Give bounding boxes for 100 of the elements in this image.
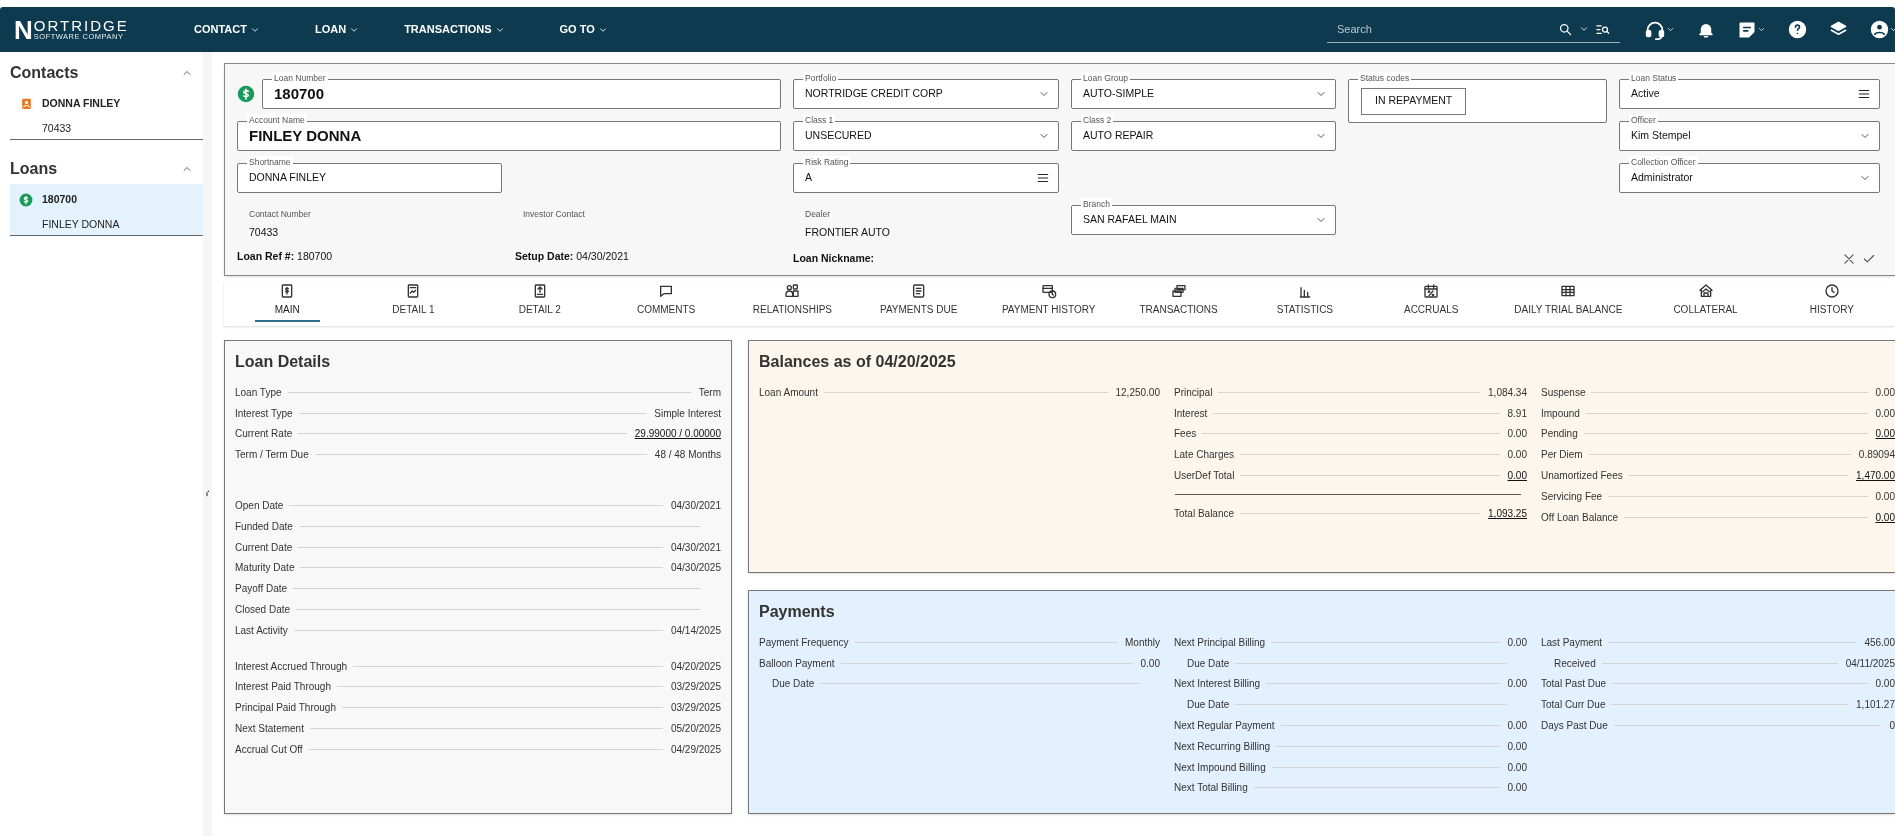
row-label: Interest Type <box>235 406 293 421</box>
row-label: Due Date <box>771 677 815 692</box>
nav-menu[interactable]: CONTACT <box>194 21 260 38</box>
row-value: 04/29/2025 <box>670 742 721 757</box>
row-value: 04/20/2025 <box>670 659 721 674</box>
row-value: 48 / 48 Months <box>654 448 721 463</box>
row-value: 0.89094 <box>1858 448 1895 463</box>
row-value: 456.00 <box>1864 635 1895 650</box>
info-label: Investor Contact <box>523 208 585 221</box>
field-label: Portfolio <box>803 72 839 84</box>
row-label: Loan Amount <box>759 385 818 400</box>
row-label: Total Balance <box>1174 506 1235 521</box>
row-label: Late Charges <box>1174 448 1235 463</box>
row-value: 04/30/2021 <box>670 499 721 514</box>
value-link[interactable]: 29.99000 / 0.00000 <box>634 426 721 442</box>
info-value: 70433 <box>249 224 280 240</box>
tab[interactable]: COLLATERAL <box>1642 281 1769 326</box>
row-label: Impound <box>1541 406 1580 421</box>
row-value: 0.00 <box>1507 427 1527 442</box>
value-link[interactable]: 1,093.25 <box>1488 505 1527 521</box>
row-label: Pending <box>1541 427 1578 442</box>
tab[interactable]: PAYMENT HISTORY <box>981 281 1116 326</box>
value-link[interactable]: 1,470.00 <box>1856 468 1895 484</box>
row-label: Maturity Date <box>235 561 295 576</box>
row-value: 0.00 <box>1875 489 1895 504</box>
item-subtitle: FINLEY DONNA <box>42 216 120 232</box>
search-field[interactable]: Search <box>1327 16 1620 43</box>
row-label: Last Payment <box>1541 635 1603 650</box>
value-link[interactable]: 0.00 <box>1875 426 1895 442</box>
row-value: 0.00 <box>1507 760 1527 775</box>
row-label: Next Impound Billing <box>1174 760 1266 775</box>
field-label: Loan Number <box>272 72 328 84</box>
logo-initial: N <box>14 16 33 43</box>
row-label: Balloon Payment <box>759 656 835 671</box>
row-label: Total Curr Due <box>1541 698 1606 713</box>
row-label: Next Principal Billing <box>1174 635 1266 650</box>
row-label: Due Date <box>1186 698 1230 713</box>
row-label: Interest Paid Through <box>235 680 331 695</box>
item-title: DONNA FINLEY <box>42 96 121 111</box>
row-value: 04/14/2025 <box>670 623 721 638</box>
row-value: 0.00 <box>1875 677 1895 692</box>
row-label: Due Date <box>1186 656 1230 671</box>
row-value: 0.00 <box>1507 781 1527 796</box>
row-label: Next Recurring Billing <box>1174 739 1271 754</box>
row-value: 0.00 <box>1507 635 1527 650</box>
loan-ref-text: Loan Ref #: 180700 <box>237 249 334 265</box>
tab[interactable]: DAILY TRIAL BALANCE <box>1494 281 1643 326</box>
field-label: Loan Group <box>1081 72 1130 84</box>
row-label: Interest <box>1174 406 1208 421</box>
nav-menu[interactable]: LOAN <box>314 21 360 38</box>
status-code-chip[interactable]: IN REPAYMENT <box>1361 87 1467 115</box>
tab[interactable]: DETAIL 2 <box>476 281 603 326</box>
tab[interactable]: HISTORY <box>1768 281 1895 326</box>
row-label: Principal <box>1174 385 1213 400</box>
row-label: Next Total Billing <box>1174 781 1248 796</box>
row-label: Closed Date <box>235 603 291 618</box>
row-value: 0.00 <box>1140 656 1160 671</box>
sidebar-item[interactable]: 180700 FINLEY DONNA <box>10 184 203 236</box>
nav-menu[interactable]: TRANSACTIONS <box>404 21 505 38</box>
field-label: Officer <box>1629 114 1658 126</box>
tab[interactable]: MAIN <box>224 281 351 326</box>
row-label: Received <box>1553 656 1596 671</box>
row-value: 0.00 <box>1507 677 1527 692</box>
section-title: Contacts <box>10 63 79 83</box>
field-label: Account Name <box>247 114 307 126</box>
tab[interactable]: STATISTICS <box>1241 281 1369 326</box>
item-title: 180700 <box>42 192 79 207</box>
row-label: Next Statement <box>235 722 304 737</box>
row-label: Term / Term Due <box>235 448 309 463</box>
row-value: 0.00 <box>1875 385 1895 400</box>
value-link[interactable]: 0.00 <box>1507 468 1527 484</box>
row-label: Loan Type <box>235 385 282 400</box>
tab[interactable]: DETAIL 1 <box>350 281 477 326</box>
search-input[interactable]: Search <box>1337 20 1552 38</box>
row-label: Suspense <box>1541 385 1586 400</box>
tab[interactable]: COMMENTS <box>602 281 730 326</box>
row-label: Payment Frequency <box>759 635 849 650</box>
row-label: Per Diem <box>1541 448 1583 463</box>
field-label: Class 2 <box>1081 114 1114 126</box>
logo-name: ORTRIDGE <box>33 18 129 34</box>
row-label: Days Past Due <box>1541 719 1608 734</box>
row-label: Next Regular Payment <box>1174 719 1275 734</box>
row-value: Monthly <box>1125 635 1160 650</box>
row-value: 04/30/2025 <box>670 561 721 576</box>
value-link[interactable]: 0.00 <box>1875 509 1895 525</box>
row-value: 0.00 <box>1875 406 1895 421</box>
tab[interactable]: PAYMENTS DUE <box>855 281 982 326</box>
section-title: Loans <box>10 159 58 179</box>
row-value: 04/30/2021 <box>670 540 721 555</box>
row-label: Servicing Fee <box>1541 489 1603 504</box>
tab[interactable]: RELATIONSHIPS <box>729 281 856 326</box>
nav-menu[interactable]: GO TO <box>559 21 608 38</box>
row-value: 05/20/2025 <box>670 722 721 737</box>
row-label: Last Activity <box>235 623 288 638</box>
tab[interactable]: ACCRUALS <box>1368 281 1495 326</box>
info-label: Dealer <box>805 208 832 221</box>
row-label: Interest Accrued Through <box>235 659 348 674</box>
tab[interactable]: TRANSACTIONS <box>1115 281 1242 326</box>
row-label: Off Loan Balance <box>1541 510 1619 525</box>
field-label: Risk Rating <box>803 156 851 168</box>
